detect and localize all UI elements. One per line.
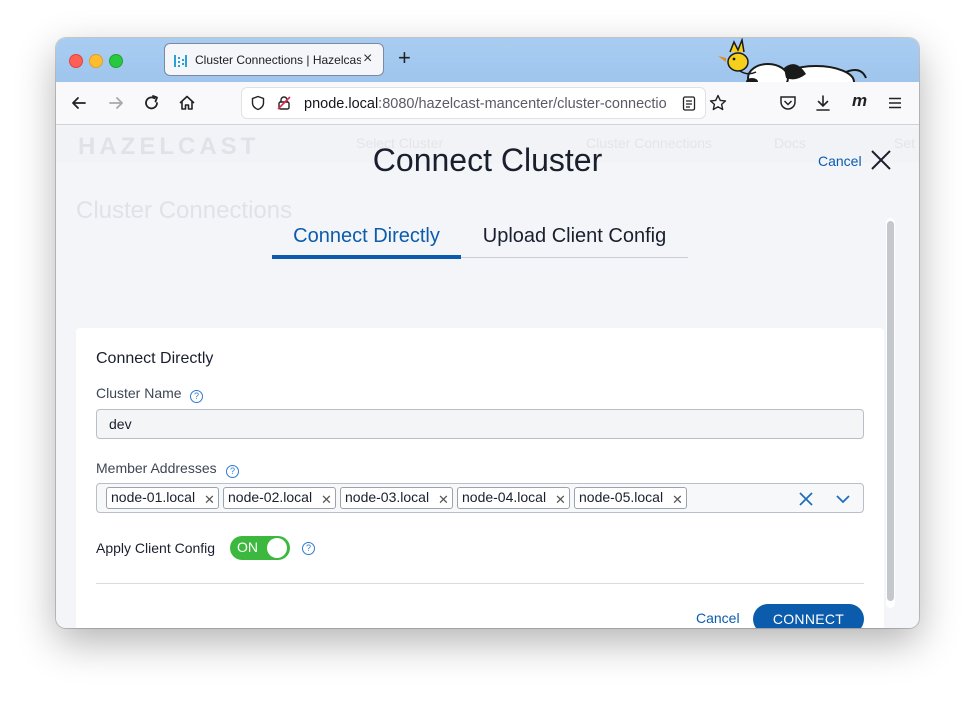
member-chip-label: node-01.local — [111, 489, 196, 505]
toggle-state-label: ON — [237, 539, 258, 555]
navigation-bar: pnode.local:8080/hazelcast-mancenter/clu… — [56, 82, 919, 125]
tab-upload-client-config[interactable]: Upload Client Config — [461, 225, 688, 248]
apply-client-config-help-icon[interactable]: ? — [302, 542, 315, 555]
tab-close-icon[interactable]: × — [363, 50, 372, 68]
member-chip-label: node-04.local — [462, 489, 547, 505]
home-icon[interactable] — [177, 93, 197, 113]
cluster-name-label: Cluster Name — [96, 385, 182, 401]
account-icon[interactable]: m — [852, 91, 867, 111]
close-window-button[interactable] — [69, 54, 83, 68]
reader-view-icon[interactable] — [682, 96, 696, 111]
header-cancel-link[interactable]: Cancel — [818, 153, 862, 169]
member-chip-label: node-03.local — [345, 489, 430, 505]
zoom-window-button[interactable] — [109, 54, 123, 68]
reload-icon[interactable] — [142, 93, 162, 113]
cluster-name-value: dev — [109, 416, 132, 432]
member-chip: node-03.local ✕ — [340, 487, 453, 509]
chip-remove-icon[interactable]: ✕ — [438, 492, 449, 508]
footer-divider — [96, 583, 864, 584]
cluster-name-help-icon[interactable]: ? — [190, 390, 203, 403]
browser-window: Cluster Connections | Hazelcast × + pnod… — [56, 38, 919, 628]
section-title: Connect Directly — [96, 350, 214, 367]
clear-all-icon[interactable] — [798, 491, 814, 507]
apply-client-config-toggle[interactable]: ON — [230, 536, 290, 560]
download-icon[interactable] — [813, 93, 833, 113]
close-icon[interactable] — [870, 149, 892, 171]
insecure-lock-icon[interactable] — [276, 95, 292, 111]
tab-title: Cluster Connections | Hazelcast — [195, 53, 361, 67]
url-text[interactable]: pnode.local:8080/hazelcast-mancenter/clu… — [304, 96, 674, 112]
member-addresses-label: Member Addresses — [96, 460, 217, 476]
member-chip: node-01.local ✕ — [106, 487, 219, 509]
member-chip-label: node-05.local — [579, 489, 664, 505]
member-chip: node-02.local ✕ — [223, 487, 336, 509]
member-addresses-input[interactable]: node-01.local ✕ node-02.local ✕ node-03.… — [96, 483, 864, 513]
connect-button[interactable]: CONNECT — [753, 604, 864, 628]
browser-tab[interactable]: Cluster Connections | Hazelcast × — [164, 43, 384, 76]
shield-icon[interactable] — [250, 95, 266, 111]
hazelcast-favicon-icon — [174, 55, 187, 67]
background-heading: Cluster Connections — [76, 197, 293, 224]
new-tab-button[interactable]: + — [398, 47, 411, 69]
chip-remove-icon[interactable]: ✕ — [204, 492, 215, 508]
url-host: pnode.local — [304, 96, 379, 112]
address-bar[interactable]: pnode.local:8080/hazelcast-mancenter/clu… — [241, 87, 706, 119]
minimize-window-button[interactable] — [89, 54, 103, 68]
cancel-button[interactable]: Cancel — [696, 610, 740, 626]
member-chip: node-04.local ✕ — [457, 487, 570, 509]
member-chip-label: node-02.local — [228, 489, 313, 505]
chip-remove-icon[interactable]: ✕ — [672, 492, 683, 508]
pocket-icon[interactable] — [778, 93, 798, 113]
toggle-knob — [267, 538, 287, 558]
connect-form-card: Connect Directly Cluster Name ? dev Memb… — [76, 328, 884, 628]
member-addresses-help-icon[interactable]: ? — [226, 465, 239, 478]
url-path: :8080/hazelcast-mancenter/cluster-connec… — [378, 96, 667, 112]
tab-connect-directly[interactable]: Connect Directly — [272, 225, 461, 259]
cluster-name-input[interactable]: dev — [96, 409, 864, 439]
apply-client-config-label: Apply Client Config — [96, 540, 216, 556]
chevron-down-icon[interactable] — [835, 492, 851, 506]
forward-arrow-icon[interactable] — [106, 93, 126, 113]
chip-remove-icon[interactable]: ✕ — [321, 492, 332, 508]
bookmark-star-icon[interactable] — [708, 93, 728, 113]
member-chip: node-05.local ✕ — [574, 487, 687, 509]
hamburger-menu-icon[interactable] — [885, 93, 905, 113]
scrollbar-thumb[interactable] — [887, 221, 894, 601]
dialog-title: Connect Cluster — [372, 142, 603, 178]
chip-remove-icon[interactable]: ✕ — [555, 492, 566, 508]
back-arrow-icon[interactable] — [69, 93, 89, 113]
page-content: HAZELCAST Select Cluster Cluster Connect… — [56, 125, 919, 628]
tab-bar: Cluster Connections | Hazelcast × + — [56, 38, 919, 124]
